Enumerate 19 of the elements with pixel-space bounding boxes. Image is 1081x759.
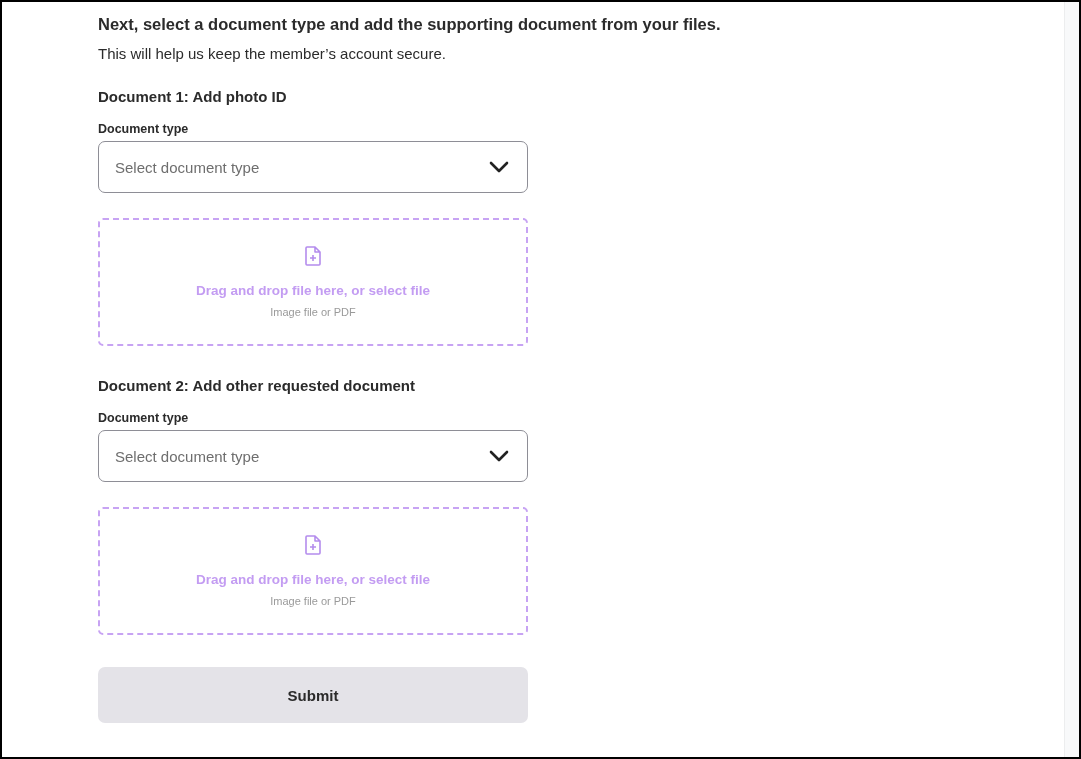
file-dropzone[interactable]: Drag and drop file here, or select file Image file or PDF — [98, 218, 528, 346]
submit-button[interactable]: Submit — [98, 667, 528, 723]
file-type-hint: Image file or PDF — [270, 306, 356, 318]
file-dropzone[interactable]: Drag and drop file here, or select file Image file or PDF — [98, 507, 528, 635]
field-label: Document type — [98, 122, 190, 136]
page-subtitle: This will help us keep the member’s account secure. — [98, 45, 447, 62]
file-add-icon — [305, 535, 321, 555]
document-type-select[interactable]: Select document type — [98, 430, 528, 482]
select-file-link[interactable]: Drag and drop file here, or select file — [195, 283, 431, 298]
file-type-hint: Image file or PDF — [270, 595, 356, 607]
file-add-icon — [305, 246, 321, 266]
section-title: Document 1: Add photo ID — [98, 88, 288, 105]
document-type-select[interactable]: Select document type — [98, 141, 528, 193]
chevron-down-icon — [489, 161, 509, 173]
select-file-link[interactable]: Drag and drop file here, or select file — [195, 572, 431, 587]
section-title: Document 2: Add other requested document — [98, 377, 416, 394]
chevron-down-icon — [489, 450, 509, 462]
page-heading: Next, select a document type and add the supporting document from your files. — [98, 15, 722, 34]
field-label: Document type — [98, 411, 190, 425]
